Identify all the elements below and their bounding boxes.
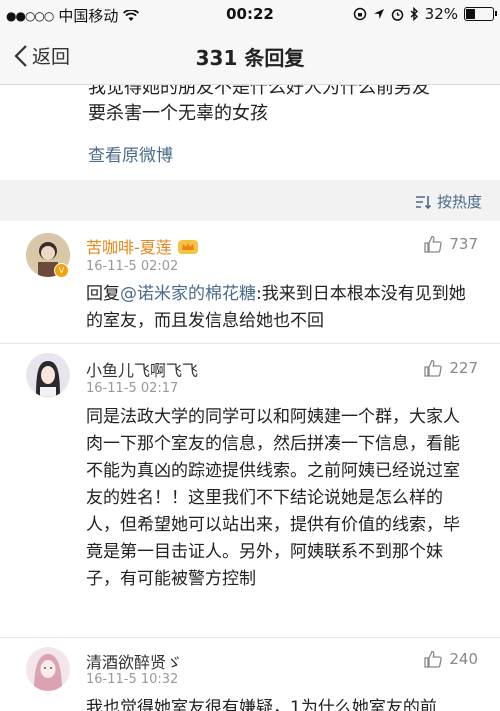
status-right: 32% — [353, 5, 497, 23]
sort-label: 按热度 — [436, 193, 482, 211]
comment-item: 小鱼儿飞啊飞飞 16-11-5 02:17 227 同是法政大学的同学可以和阿姨… — [0, 343, 500, 638]
view-original-link[interactable]: 查看原微博 — [88, 141, 173, 166]
comment-list: V 苦咖啡-夏莲 16-11-5 02:02 737 回复@诺米家的棉花糖:我来… — [0, 221, 500, 711]
sort-by-popularity-button[interactable]: 按热度 — [415, 191, 482, 212]
location-icon — [373, 9, 384, 19]
sort-bar: 按热度 — [0, 181, 500, 221]
thumbs-up-icon — [424, 359, 443, 377]
thumbs-up-icon — [424, 650, 443, 668]
comment-time: 16-11-5 02:17 — [86, 381, 179, 396]
post-text-line-2: 要杀害一个无辜的女孩 — [88, 103, 268, 124]
like-count: 227 — [449, 359, 478, 377]
avatar[interactable] — [26, 647, 70, 691]
comment-body: 我也觉得她室友很有嫌疑，1为什么她室友的前 — [86, 698, 437, 711]
post-text-line-1: 我觉得她的朋友不是什么好人为什么前男友 — [88, 85, 430, 98]
like-button[interactable]: 240 — [424, 650, 478, 668]
mention-link[interactable]: @诺米家的棉花糖 — [120, 284, 256, 304]
verified-badge-icon: V — [54, 263, 69, 278]
commenter-name[interactable]: 小鱼儿飞啊飞飞 — [86, 357, 198, 381]
comment-item: V 苦咖啡-夏莲 16-11-5 02:02 737 回复@诺米家的棉花糖:我来… — [0, 221, 500, 344]
crown-icon — [177, 240, 198, 254]
thumbs-up-icon — [424, 235, 443, 253]
like-button[interactable]: 227 — [424, 359, 478, 377]
comment-text: 回复@诺米家的棉花糖:我来到日本根本没有见到她的室友，而且发信息给她也不回 — [86, 281, 472, 335]
page-title: 331 条回复 — [195, 46, 305, 70]
comment-item: 清酒欲醉贤ゞ 16-11-5 10:32 240 我也觉得她室友很有嫌疑，1为什… — [0, 637, 500, 711]
commenter-name[interactable]: 清酒欲醉贤ゞ — [86, 649, 182, 673]
status-bar: ●●○○○ 中国移动 00:22 32% — [0, 0, 500, 28]
like-button[interactable]: 737 — [424, 235, 478, 253]
reply-prefix: 回复 — [86, 284, 120, 304]
rotation-lock-icon — [353, 7, 366, 21]
alarm-icon — [391, 8, 403, 21]
nav-bar: 返回 331 条回复 — [0, 28, 500, 85]
comment-time: 16-11-5 10:32 — [86, 672, 179, 687]
original-post: 我觉得她的朋友不是什么好人为什么前男友 要杀害一个无辜的女孩 查看原微博 — [0, 85, 500, 180]
sort-icon — [415, 195, 431, 209]
commenter-name[interactable]: 苦咖啡-夏莲 — [86, 234, 199, 258]
comment-time: 16-11-5 02:02 — [86, 259, 179, 274]
avatar[interactable] — [26, 353, 70, 397]
like-count: 737 — [449, 235, 478, 253]
battery-icon — [464, 7, 497, 21]
comment-body: 同是法政大学的同学可以和阿姨建一个群，大家人肉一下那个室友的信息，然后拼凑一下信… — [86, 407, 460, 589]
bluetooth-icon — [410, 7, 418, 21]
battery-percent: 32% — [424, 5, 458, 23]
like-count: 240 — [449, 650, 478, 668]
